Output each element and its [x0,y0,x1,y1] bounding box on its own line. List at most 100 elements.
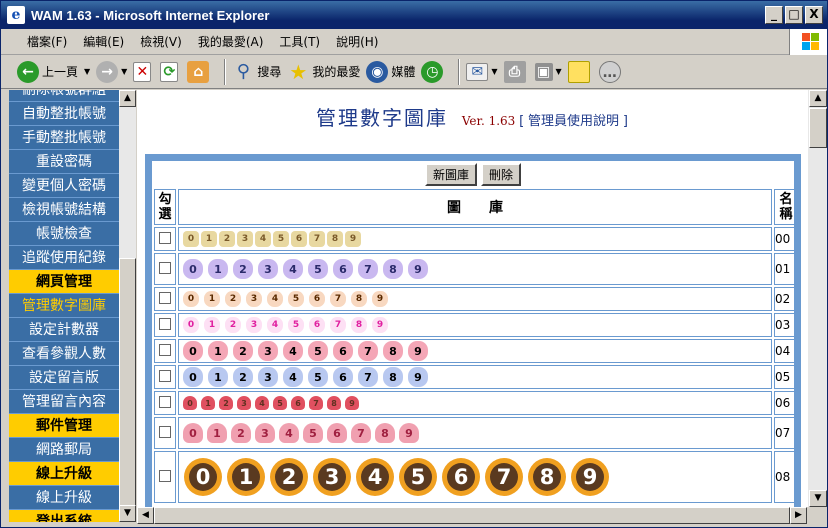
media-button[interactable]: ◉ 媒體 [366,60,416,83]
gallery-name-cell: 00 [774,227,798,251]
digit-image: 5 [273,396,287,411]
chevron-down-icon: ▼ [491,67,498,76]
star-icon: ★ [289,59,308,84]
title-bar: e WAM 1.63 - Microsoft Internet Explorer… [1,1,827,29]
row-checkbox[interactable] [159,343,171,356]
sidebar-section-header: 郵件管理 [9,414,119,438]
main-vertical-scrollbar[interactable]: ▲ ▼ [807,90,827,507]
new-gallery-button[interactable]: 新圖庫 [424,162,477,186]
digit-image: 4 [267,317,283,333]
digit-image: 2 [233,259,253,279]
digit-image: 7 [330,291,346,307]
scroll-down-arrow-icon[interactable]: ▼ [119,505,136,522]
close-button[interactable]: X [805,6,823,24]
scroll-down-arrow-icon[interactable]: ▼ [809,490,827,507]
digit-image: 8 [375,423,395,443]
favorites-button[interactable]: ★ 我的最愛 [287,61,360,83]
sidebar-item[interactable]: 設定計數器 [9,318,119,342]
search-icon: ⚲ [236,60,250,82]
sidebar-item[interactable]: 管理數字圖庫 [9,294,119,318]
forward-button[interactable]: → ▼ [96,60,127,83]
sidebar-item[interactable]: 管理留言內容 [9,390,119,414]
sidebar-item[interactable]: 查看參觀人數 [9,342,119,366]
help-link[interactable]: 管理員使用說明 [528,114,619,129]
stop-button[interactable]: ✕ [133,61,154,82]
sidebar-item[interactable]: 網路郵局 [9,438,119,462]
row-checkbox[interactable] [159,291,171,304]
menu-file[interactable]: 檔案(F) [19,33,75,50]
toolbar-separator [224,58,227,85]
sidebar-item[interactable]: 設定留言版 [9,366,119,390]
digit-image: 8 [383,259,403,279]
history-icon: ◷ [421,60,444,83]
digit-image: 5 [308,367,328,387]
row-checkbox[interactable] [159,395,171,408]
sidebar-item[interactable]: 線上升級 [9,486,119,510]
table-row: 0 1 2 3 4 5 6 7 8 9 00 [154,227,798,251]
gallery-digits-cell: 0123456789 [178,417,772,449]
messenger-button[interactable]: … [598,60,624,83]
col-name-header: 名稱 [774,189,798,225]
row-checkbox[interactable] [159,231,171,244]
scroll-up-arrow-icon[interactable]: ▲ [119,90,136,107]
menu-view[interactable]: 檢視(V) [132,33,190,50]
digit-image: 4 [283,259,303,279]
maximize-button[interactable]: □ [785,6,803,24]
digit-image: 3 [237,396,251,411]
sidebar-item[interactable]: 手動整批帳號 [9,126,119,150]
gallery-digits-cell: 0123456789 [178,391,772,415]
scroll-right-arrow-icon[interactable]: ▶ [790,507,807,524]
table-row: 0 1 2 3 4 5 6 7 8 9 02 [154,287,798,311]
digit-image: 7 [309,396,323,411]
notes-button[interactable] [567,60,593,83]
back-button[interactable]: ← 上一頁 ▼ [17,60,90,83]
row-checkbox[interactable] [159,261,171,274]
sidebar-item[interactable]: 自動整批帳號 [9,102,119,126]
scroll-left-arrow-icon[interactable]: ◀ [137,507,154,524]
digit-image: 9 [408,259,428,279]
row-checkbox-cell [154,313,176,337]
scroll-up-arrow-icon[interactable]: ▲ [809,90,827,107]
mail-button[interactable]: ✉ ▼ [466,62,498,81]
digit-image: 0 [189,463,217,491]
digit-image: 6 [447,463,475,491]
digit-image: 6 [309,291,325,307]
sidebar-scrollbar[interactable]: ▲ ▼ [119,90,136,522]
sidebar-item[interactable]: 刪除帳號群組 [9,90,119,102]
home-button[interactable]: ⌂ [187,60,212,83]
horizontal-scroll-thumb[interactable] [154,507,790,524]
menu-edit[interactable]: 編輯(E) [75,33,132,50]
main-horizontal-scrollbar[interactable]: ◀ ▶ [137,507,807,524]
row-checkbox[interactable] [159,369,171,382]
refresh-button[interactable]: ⟳ [160,61,181,82]
sidebar-item[interactable]: 帳號檢查 [9,222,119,246]
note-icon [567,60,590,83]
table-row: 0 1 2 3 4 5 6 7 8 9 07 [154,417,798,449]
row-checkbox[interactable] [159,317,171,330]
menu-help[interactable]: 說明(H) [328,33,386,50]
col-check-header: 勾選 [154,189,176,225]
search-button[interactable]: ⚲ 搜尋 [232,60,282,83]
media-label: 媒體 [391,65,416,79]
menu-tools[interactable]: 工具(T) [271,33,328,50]
back-arrow-icon: ← [17,60,39,83]
row-checkbox[interactable] [159,469,171,482]
digit-image: 8 [383,367,403,387]
main-scroll-thumb[interactable] [809,108,827,148]
delete-button[interactable]: 刪除 [481,162,522,186]
sidebar-item[interactable]: 追蹤使用紀錄 [9,246,119,270]
row-checkbox[interactable] [159,425,171,438]
sidebar-scroll-thumb[interactable] [119,258,136,506]
edit-button[interactable]: ▣ ▼ [534,62,562,81]
digit-image: 0 [183,396,197,411]
sidebar-item[interactable]: 重設密碼 [9,150,119,174]
minimize-button[interactable]: _ [765,6,783,24]
history-button[interactable]: ◷ [421,60,446,83]
sidebar-item[interactable]: 變更個人密碼 [9,174,119,198]
menu-favorites[interactable]: 我的最愛(A) [190,33,272,50]
digit-image: 0 [183,291,199,307]
print-button[interactable]: ⎙ [503,60,529,83]
table-row: 0 1 2 3 4 5 6 7 8 9 05 [154,365,798,389]
sidebar-item[interactable]: 檢視帳號結構 [9,198,119,222]
digit-image: 5 [288,291,304,307]
